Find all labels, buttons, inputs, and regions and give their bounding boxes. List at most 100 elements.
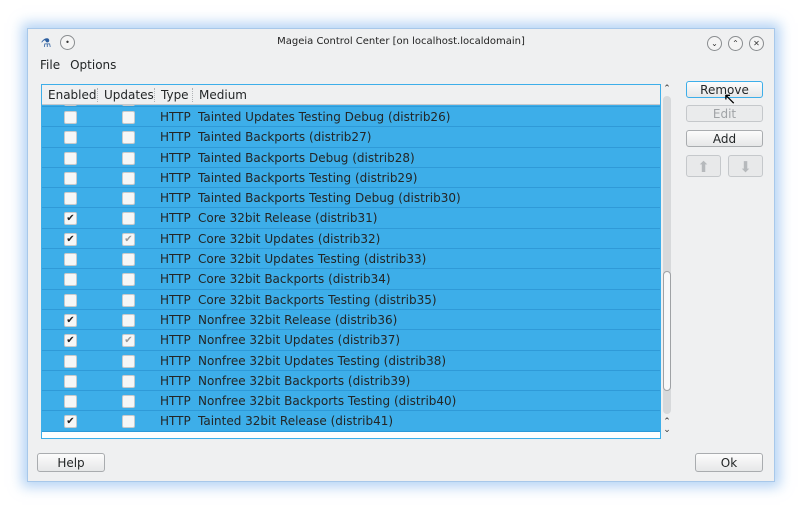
medium-type: HTTP (160, 252, 191, 267)
enabled-checkbox[interactable] (64, 192, 77, 206)
updates-checkbox[interactable] (122, 212, 135, 226)
column-updates[interactable]: Updates (98, 87, 155, 102)
enabled-checkbox[interactable] (64, 111, 77, 124)
medium-type: HTTP (160, 333, 191, 348)
medium-type: HTTP (160, 353, 191, 368)
updates-checkbox[interactable] (122, 395, 135, 409)
medium-name: Tainted Updates Testing Debug (distrib26… (198, 110, 451, 124)
table-row[interactable]: ✔ HTTP Nonfree 32bit Release (distrib36) (42, 309, 660, 331)
enabled-checkbox[interactable] (64, 171, 77, 185)
medium-name: Tainted Backports Testing Debug (distrib… (198, 191, 461, 206)
medium-name: Nonfree 32bit Updates Testing (distrib38… (198, 353, 447, 368)
media-rows: HTTPTainted Updates Testing (distrib25)H… (42, 91, 660, 432)
scrollbar-thumb[interactable] (663, 271, 671, 391)
medium-name: Core 32bit Updates (distrib32) (198, 231, 381, 246)
table-row[interactable]: HTTP Tainted Backports Testing (distrib29… (42, 167, 660, 189)
updates-checkbox[interactable]: ✔ (122, 334, 135, 348)
enabled-checkbox[interactable] (64, 253, 77, 267)
enabled-checkbox[interactable] (64, 273, 77, 287)
medium-type: HTTP (160, 211, 191, 226)
main-window: ⚗ • Mageia Control Center [on localhost.… (27, 28, 775, 482)
media-list[interactable]: HTTPTainted Updates Testing (distrib25)H… (41, 84, 661, 439)
table-row[interactable]: HTTP Core 32bit Backports (distrib34) (42, 269, 660, 290)
table-row[interactable]: HTTP Tainted Updates Testing Debug (distr… (42, 107, 660, 128)
table-row[interactable]: HTTP Tainted Backports (distrib27) (42, 127, 660, 148)
table-row[interactable]: HTTP Tainted Backports Testing Debug (dis… (42, 188, 660, 209)
medium-name: Tainted Backports Testing (distrib29) (198, 170, 418, 185)
medium-name: Nonfree 32bit Backports Testing (distrib… (198, 394, 457, 409)
enabled-checkbox[interactable]: ✔ (64, 232, 77, 246)
menu-options[interactable]: Options (70, 58, 116, 72)
table-row[interactable]: ✔ HTTP Tainted 32bit Release (distrib41) (42, 411, 660, 432)
help-button[interactable]: Help (37, 453, 105, 472)
arrow-up-icon[interactable]: ⬆ (686, 155, 721, 177)
medium-type: HTTP (160, 394, 191, 409)
table-row[interactable]: HTTP Nonfree 32bit Backports Testing (dis… (42, 391, 660, 412)
medium-type: HTTP (160, 231, 191, 246)
table-row[interactable]: ✔ HTTP Core 32bit Release (distrib31) (42, 208, 660, 229)
medium-name: Core 32bit Backports Testing (distrib35) (198, 292, 437, 307)
enabled-checkbox[interactable] (64, 151, 77, 165)
list-header: Enabled Updates Type Medium (42, 85, 660, 105)
medium-name: Tainted Backports Debug (distrib28) (198, 150, 415, 165)
scroll-down-icon-2[interactable]: ⌄ (661, 425, 673, 435)
updates-checkbox[interactable] (122, 131, 135, 145)
arrow-down-icon[interactable]: ⬇ (728, 155, 763, 177)
updates-checkbox[interactable] (122, 354, 135, 368)
add-button[interactable]: Add (686, 130, 763, 147)
updates-checkbox[interactable] (122, 293, 135, 307)
medium-name: Nonfree 32bit Backports (distrib39) (198, 373, 411, 388)
menu-file[interactable]: File (40, 58, 60, 72)
enabled-checkbox[interactable]: ✔ (64, 313, 77, 327)
medium-name: Tainted 32bit Release (distrib41) (198, 414, 394, 429)
updates-checkbox[interactable] (122, 253, 135, 267)
enabled-checkbox[interactable] (64, 354, 77, 368)
enabled-checkbox[interactable] (64, 131, 77, 145)
updates-checkbox[interactable] (122, 273, 135, 287)
enabled-checkbox[interactable] (64, 395, 77, 409)
medium-type: HTTP (160, 414, 191, 429)
medium-name: Core 32bit Release (distrib31) (198, 211, 378, 226)
table-row[interactable]: ✔ ✔ HTTP Nonfree 32bit Updates (distrib37) (42, 330, 660, 351)
updates-checkbox[interactable] (122, 374, 135, 388)
table-row[interactable]: HTTP Nonfree 32bit Updates Testing (distr… (42, 350, 660, 371)
column-medium[interactable]: Medium (193, 88, 393, 102)
vertical-scrollbar[interactable]: ⌃ ⌃ ⌄ (660, 84, 674, 437)
updates-checkbox[interactable] (122, 171, 135, 185)
column-enabled[interactable]: Enabled (42, 87, 98, 102)
enabled-checkbox[interactable] (64, 293, 77, 307)
medium-type: HTTP (160, 170, 191, 185)
medium-type: HTTP (160, 191, 191, 206)
window-title: Mageia Control Center [on localhost.loca… (277, 36, 525, 47)
enabled-checkbox[interactable] (64, 374, 77, 388)
table-row[interactable]: HTTP Core 32bit Updates Testing (distrib3… (42, 249, 660, 270)
medium-type: HTTP (160, 150, 191, 165)
table-row[interactable]: HTTP Nonfree 32bit Backports (distrib39) (42, 370, 660, 392)
updates-checkbox[interactable] (122, 111, 135, 124)
updates-checkbox[interactable]: ✔ (122, 232, 135, 246)
table-row[interactable]: HTTP Core 32bit Backports Testing (distri… (42, 289, 660, 310)
updates-checkbox[interactable] (122, 313, 135, 327)
minimize-icon[interactable]: ⌄ (707, 36, 722, 51)
close-icon[interactable]: ✕ (749, 36, 764, 51)
table-row[interactable]: HTTP Tainted Backports Debug (distrib28) (42, 147, 660, 168)
medium-type: HTTP (160, 312, 191, 327)
medium-type: HTTP (160, 130, 191, 145)
titlebar: ⚗ • Mageia Control Center [on localhost.… (28, 29, 774, 57)
table-row[interactable]: ✔ ✔ HTTP Core 32bit Updates (distrib32) (42, 228, 660, 250)
ok-button[interactable]: Ok (695, 453, 763, 472)
updates-checkbox[interactable] (122, 151, 135, 165)
enabled-checkbox[interactable]: ✔ (64, 212, 77, 226)
updates-checkbox[interactable] (122, 192, 135, 206)
scrollbar-track[interactable] (663, 96, 671, 414)
enabled-checkbox[interactable]: ✔ (64, 334, 77, 348)
scroll-up-icon[interactable]: ⌃ (661, 84, 673, 94)
maximize-icon[interactable]: ⌃ (728, 36, 743, 51)
column-type[interactable]: Type (155, 87, 193, 102)
window-controls: ⌄ ⌃ ✕ (707, 36, 764, 51)
medium-type: HTTP (160, 110, 191, 124)
updates-checkbox[interactable] (122, 415, 135, 429)
medium-name: Nonfree 32bit Updates (distrib37) (198, 333, 401, 348)
medium-type: HTTP (160, 373, 191, 388)
enabled-checkbox[interactable]: ✔ (64, 415, 77, 429)
